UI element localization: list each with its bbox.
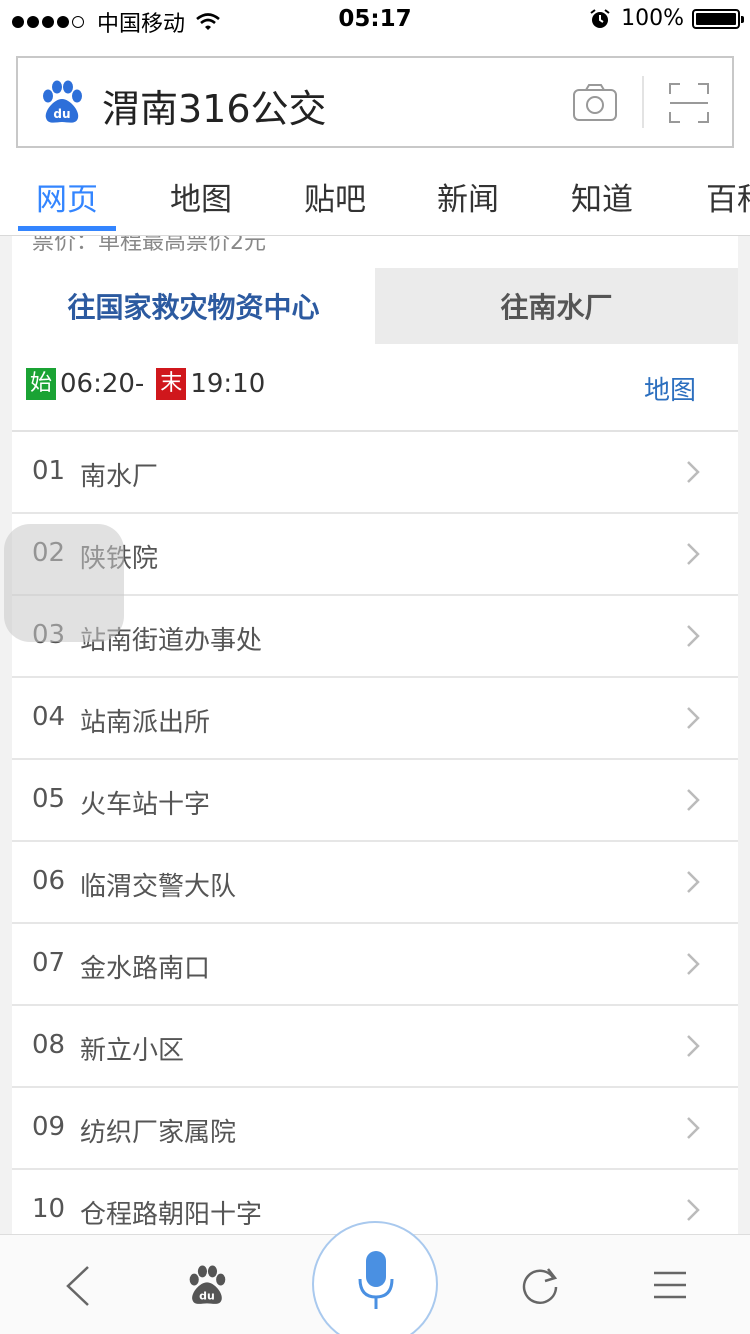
active-tab-indicator: [18, 226, 116, 231]
stop-name: 纺织厂家属院: [80, 1118, 237, 1148]
refresh-icon[interactable]: [520, 1265, 560, 1305]
chevron-right-icon: [687, 461, 700, 483]
stop-row[interactable]: 04 站南派出所: [12, 678, 738, 760]
battery-percent: 100%: [621, 6, 684, 31]
chevron-right-icon: [687, 625, 700, 647]
chevron-right-icon: [687, 1117, 700, 1139]
tab-news[interactable]: 新闻: [437, 174, 499, 219]
operating-hours: 始 06:20- 末 19:10: [26, 368, 265, 400]
tab-zhidao[interactable]: 知道: [571, 174, 633, 219]
tab-web[interactable]: 网页: [36, 174, 98, 219]
tab-map[interactable]: 地图: [170, 174, 232, 219]
scan-icon[interactable]: [668, 82, 710, 124]
stop-row[interactable]: 06 临渭交警大队: [12, 842, 738, 924]
stop-name: 金水路南口: [80, 954, 211, 984]
stop-number: 09: [32, 1112, 66, 1142]
stop-number: 10: [32, 1194, 66, 1224]
direction-tabs: 往国家救灾物资中心 往南水厂: [12, 268, 738, 344]
chevron-right-icon: [687, 707, 700, 729]
assistive-touch-button[interactable]: [4, 524, 124, 642]
stop-name: 临渭交警大队: [80, 872, 237, 902]
end-tag: 末: [156, 368, 187, 400]
stop-row[interactable]: 05 火车站十字: [12, 760, 738, 842]
svg-text:du: du: [53, 107, 70, 121]
start-tag: 始: [26, 368, 56, 400]
stop-name: 站南派出所: [80, 708, 211, 738]
direction-tab-inactive[interactable]: 往南水厂: [375, 268, 738, 344]
stop-row[interactable]: 01 南水厂: [12, 432, 738, 514]
tab-tieba[interactable]: 贴吧: [304, 174, 366, 219]
search-query[interactable]: 渭南316公交: [102, 78, 327, 133]
stop-number: 08: [32, 1030, 66, 1060]
menu-icon[interactable]: [652, 1269, 688, 1301]
bottom-toolbar: du: [0, 1221, 750, 1334]
voice-search-button[interactable]: [312, 1221, 438, 1334]
back-icon[interactable]: [64, 1265, 92, 1307]
battery-icon: [692, 8, 744, 29]
search-box[interactable]: du 渭南316公交: [16, 56, 734, 148]
alarm-icon: [590, 8, 610, 28]
stop-number: 01: [32, 456, 66, 486]
search-tabs: 网页 地图 贴吧 新闻 知道 百科: [0, 160, 750, 236]
bus-route-card: 票价：单程最高票价2元 往国家救灾物资中心 往南水厂 始 06:20- 末 19…: [12, 236, 738, 1236]
stop-number: 06: [32, 866, 66, 896]
svg-text:du: du: [199, 1290, 215, 1303]
map-link[interactable]: 地图: [644, 370, 696, 407]
stop-number: 05: [32, 784, 66, 814]
microphone-icon: [358, 1251, 394, 1309]
status-bar: 中国移动 05:17 100%: [0, 0, 750, 40]
status-right: 100%: [589, 6, 744, 31]
stop-number: 04: [32, 702, 66, 732]
chevron-right-icon: [687, 871, 700, 893]
tab-baike[interactable]: 百科: [706, 174, 750, 219]
baidu-home-icon[interactable]: du: [186, 1265, 228, 1307]
direction-tab-active[interactable]: 往国家救灾物资中心: [12, 268, 375, 344]
baidu-paw-icon: du: [43, 80, 82, 123]
chevron-right-icon: [687, 953, 700, 975]
stop-name: 新立小区: [80, 1036, 185, 1066]
header: du 渭南316公交 网页 地图 贴吧 新闻 知道 百科: [0, 40, 750, 236]
stop-number: 07: [32, 948, 66, 978]
fare-info: 票价：单程最高票价2元: [32, 236, 266, 255]
chevron-right-icon: [687, 543, 700, 565]
stop-name: 火车站十字: [80, 790, 211, 820]
camera-icon[interactable]: [572, 82, 618, 122]
chevron-right-icon: [687, 1199, 700, 1221]
chevron-right-icon: [687, 1035, 700, 1057]
stop-name: 南水厂: [80, 462, 159, 492]
end-time: 19:10: [190, 369, 266, 399]
stop-row[interactable]: 09 纺织厂家属院: [12, 1088, 738, 1170]
stop-row[interactable]: 07 金水路南口: [12, 924, 738, 1006]
divider: [642, 76, 644, 128]
start-time: 06:20-: [60, 369, 145, 399]
stop-name: 仓程路朝阳十字: [80, 1200, 263, 1230]
stop-row[interactable]: 08 新立小区: [12, 1006, 738, 1088]
chevron-right-icon: [687, 789, 700, 811]
